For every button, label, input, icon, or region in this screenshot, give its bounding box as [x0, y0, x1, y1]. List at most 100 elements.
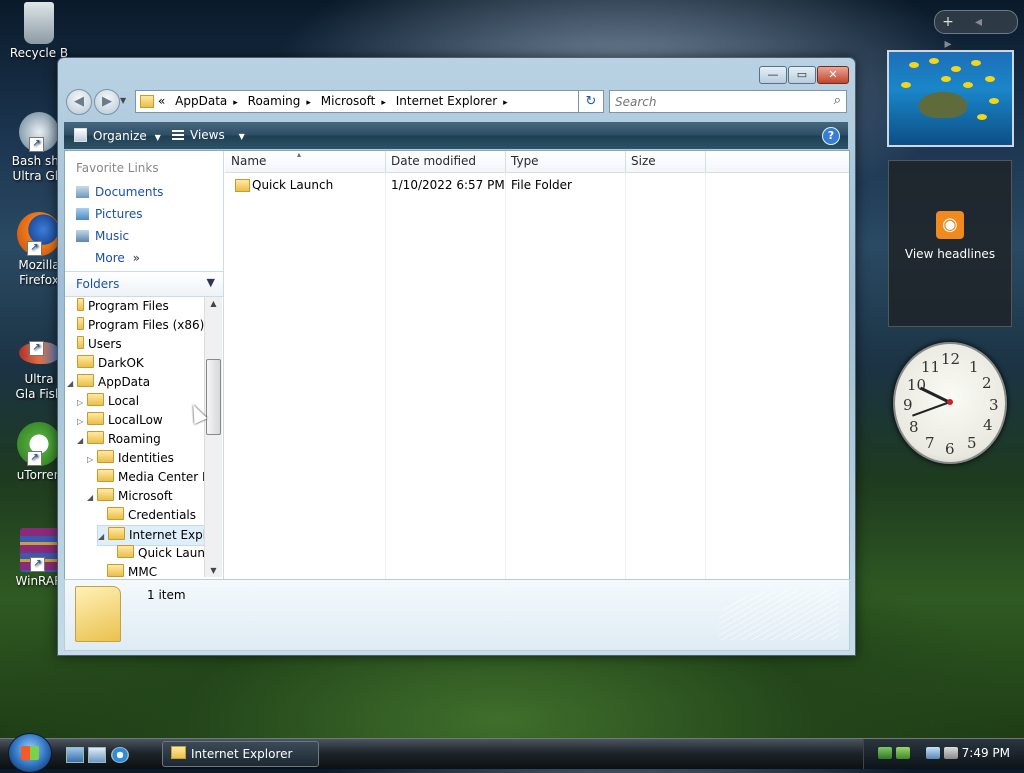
tree-node[interactable]: Quick Launc	[107, 544, 205, 563]
start-button[interactable]	[8, 733, 52, 773]
sort-ascending-icon: ▴	[297, 150, 302, 159]
explorer-window[interactable]: — ▭ ✕ ◀ ▶ ▼ « AppData ▸ Roaming ▸ Microsoft ▸…	[57, 57, 856, 656]
search-icon[interactable]: ⌕	[834, 93, 841, 108]
back-button[interactable]: ◀	[66, 89, 92, 115]
slideshow-gadget[interactable]	[887, 50, 1014, 147]
tree-node[interactable]: ◢ Microsoft	[87, 487, 173, 506]
breadcrumb-roaming[interactable]: Roaming	[248, 94, 301, 108]
folder-icon	[117, 545, 134, 558]
switch-windows-icon[interactable]	[88, 747, 106, 763]
column-type[interactable]: Type	[505, 151, 626, 172]
folders-header[interactable]: Folders ▼	[65, 271, 223, 297]
tree-node[interactable]: ▷ Local	[77, 392, 139, 411]
folder-icon	[108, 527, 125, 540]
chevron-down-icon: ▼	[206, 276, 215, 289]
item-count: 1 item	[147, 588, 186, 602]
folder-icon	[75, 586, 121, 642]
tree-node[interactable]: MMC	[97, 563, 157, 577]
tree-node[interactable]: Users	[67, 335, 122, 354]
shortcut-arrow-icon: ↗	[29, 137, 44, 152]
search-box[interactable]: ⌕	[609, 90, 847, 113]
utorrent-icon: ↗	[17, 422, 61, 466]
help-icon[interactable]: ?	[822, 127, 840, 145]
refresh-button[interactable]: ↻	[578, 90, 604, 113]
system-tray: 7:49 PM	[863, 739, 1024, 769]
winrar-icon: ↗	[20, 528, 58, 572]
folder-icon	[77, 317, 84, 330]
folder-icon	[97, 469, 114, 482]
favorite-link-pictures[interactable]: Pictures	[76, 207, 143, 221]
favorite-link-more[interactable]: More »	[95, 251, 140, 265]
tree-node[interactable]: ▷ LocalLow	[77, 411, 163, 430]
view-headlines-label[interactable]: View headlines	[889, 247, 1011, 261]
pictures-icon	[76, 208, 89, 220]
favorite-links-title: Favorite Links	[76, 161, 159, 175]
tree-node[interactable]: ◢ Roaming	[77, 430, 161, 449]
folder-icon	[87, 412, 104, 425]
rss-icon: ◉	[936, 211, 964, 239]
folder-icon	[77, 374, 94, 387]
shortcut-arrow-icon: ↗	[29, 341, 44, 356]
breadcrumb: « AppData ▸ Roaming ▸ Microsoft ▸ Internet …	[158, 94, 508, 108]
folder-icon	[107, 507, 124, 520]
address-bar[interactable]: « AppData ▸ Roaming ▸ Microsoft ▸ Internet …	[135, 90, 604, 113]
documents-icon	[76, 186, 89, 198]
taskbar-clock[interactable]: 7:49 PM	[962, 746, 1010, 760]
volume-muted-icon[interactable]	[944, 747, 958, 759]
maximize-button[interactable]: ▭	[788, 66, 816, 84]
tree-scrollbar[interactable]: ▲ ▼	[204, 297, 222, 577]
scroll-thumb[interactable]	[206, 359, 221, 435]
show-desktop-icon[interactable]	[66, 747, 84, 763]
scroll-up-icon[interactable]: ▲	[205, 299, 222, 308]
internet-explorer-icon[interactable]	[111, 747, 129, 763]
favorite-link-music[interactable]: Music	[76, 229, 129, 243]
add-gadget-icon[interactable]: +	[935, 11, 961, 33]
tree-node[interactable]: ▷ Identities	[87, 449, 174, 468]
breadcrumb-overflow[interactable]: «	[158, 94, 165, 108]
tree-node-selected[interactable]: ◢Internet Explor	[97, 525, 205, 546]
shortcut-arrow-icon: ↗	[30, 557, 45, 572]
favorite-link-documents[interactable]: Documents	[76, 185, 163, 199]
file-row[interactable]: Quick Launch 1/10/2022 6:57 PM File Fold…	[225, 175, 705, 195]
column-size[interactable]: Size	[625, 151, 706, 172]
file-name[interactable]: Quick Launch	[252, 175, 333, 195]
clock-second-hand	[947, 399, 953, 405]
recent-pages-dropdown[interactable]: ▼	[120, 96, 126, 105]
folder-icon	[77, 355, 94, 368]
tree-node[interactable]: Media Center Pr	[87, 468, 205, 487]
recycle-bin-icon	[24, 2, 54, 44]
network-icon[interactable]	[878, 747, 892, 759]
feed-headlines-gadget[interactable]: ◉ View headlines	[888, 160, 1012, 327]
forward-button[interactable]: ▶	[94, 89, 120, 115]
search-input[interactable]	[610, 91, 820, 112]
column-name[interactable]: Name ▴	[225, 150, 386, 172]
folder-icon	[87, 431, 104, 444]
tree-node[interactable]: Program Files	[67, 297, 169, 316]
taskbar-button-explorer[interactable]: Internet Explorer	[162, 741, 319, 767]
clock-gadget[interactable]: 12 1 2 3 4 5 6 7 8 9 10 11	[893, 342, 1007, 464]
folder-icon	[235, 179, 250, 192]
organize-button[interactable]: Organize ▼	[74, 128, 161, 143]
tree-node[interactable]: ◢ AppData	[67, 373, 150, 392]
folder-icon	[140, 95, 154, 108]
column-date-modified[interactable]: Date modified	[385, 151, 506, 172]
display-icon[interactable]	[926, 747, 940, 759]
previous-page-icon[interactable]: ◂	[965, 11, 991, 33]
tree-node[interactable]: Credentials	[97, 506, 196, 525]
breadcrumb-appdata[interactable]: AppData	[175, 94, 227, 108]
firefox-icon: ↗	[17, 212, 61, 256]
folder-icon	[77, 298, 84, 311]
tree-node[interactable]: Program Files (x86)	[67, 316, 204, 335]
minimize-button[interactable]: —	[759, 66, 787, 84]
tree-node[interactable]: DarkOK	[67, 354, 144, 373]
folder-tree: Program Files Program Files (x86) Users …	[65, 297, 205, 577]
views-icon	[172, 130, 184, 140]
clock-minute-hand	[912, 401, 951, 417]
views-button[interactable]: Views ▼	[172, 128, 245, 142]
scroll-down-icon[interactable]: ▼	[205, 566, 222, 575]
breadcrumb-internet-explorer[interactable]: Internet Explorer	[396, 94, 497, 108]
desktop-icon-recycle-bin[interactable]: Recycle B	[4, 2, 74, 61]
tray-app-icon[interactable]	[896, 747, 910, 759]
breadcrumb-microsoft[interactable]: Microsoft	[321, 94, 376, 108]
close-button[interactable]: ✕	[817, 66, 849, 84]
